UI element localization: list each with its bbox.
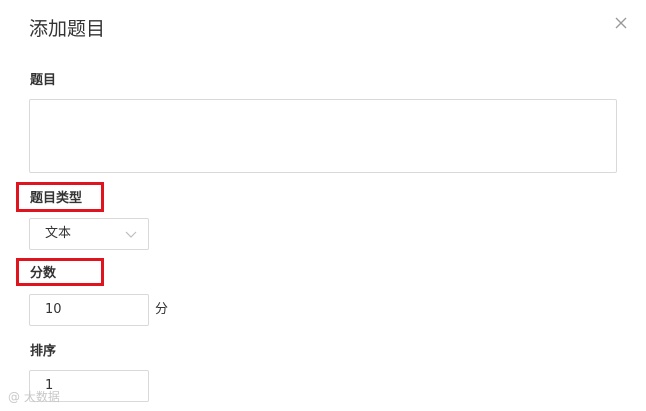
score-unit: 分 — [155, 302, 169, 317]
question-type-label: 题目类型 — [30, 191, 83, 206]
question-label: 题目 — [30, 73, 57, 88]
question-type-select[interactable]: 文本 — [29, 218, 149, 250]
score-value: 10 — [45, 302, 62, 317]
question-type-value: 文本 — [45, 226, 72, 241]
add-question-dialog: 添加题目 题目 题目类型 文本 分数 10 分 排序 1 @ 大数据 — [0, 0, 646, 411]
close-icon — [615, 17, 627, 29]
order-label: 排序 — [30, 344, 57, 359]
score-input[interactable]: 10 — [29, 294, 149, 326]
score-label: 分数 — [30, 266, 57, 281]
dialog-title: 添加题目 — [29, 18, 106, 40]
watermark: @ 大数据 — [8, 390, 60, 404]
chevron-down-icon — [125, 231, 137, 238]
question-textarea[interactable] — [29, 99, 617, 173]
close-button[interactable] — [612, 14, 630, 32]
